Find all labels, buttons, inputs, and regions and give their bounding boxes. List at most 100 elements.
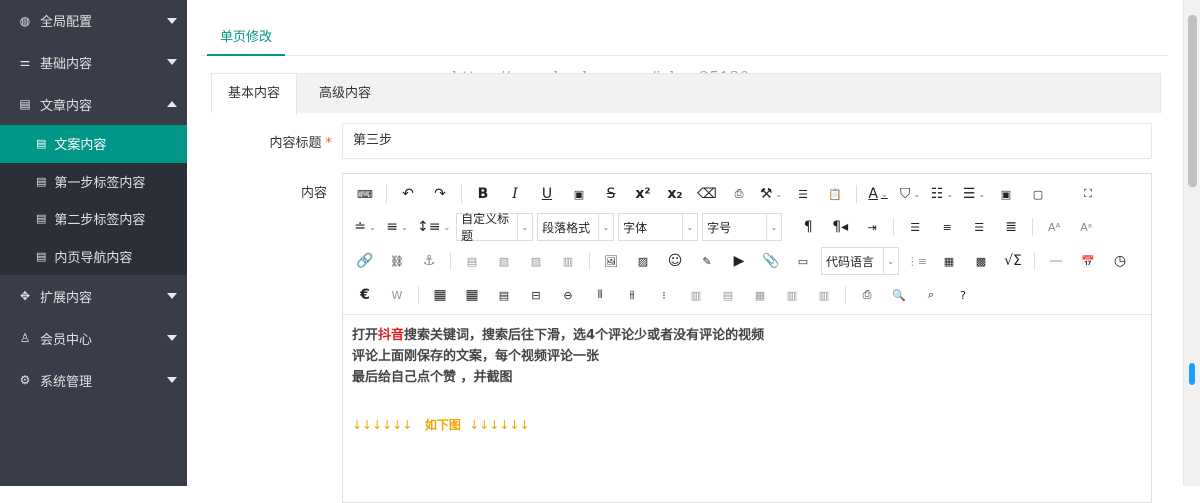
merge-right-icon[interactable]: ▥ — [684, 283, 708, 307]
uppercase-icon[interactable]: Aᴬ — [1042, 215, 1066, 239]
sidebar-subitem-copy[interactable]: ▤ 文案内容 — [0, 125, 187, 163]
sidebar-item-system-management[interactable]: ⚙ 系统管理 — [0, 359, 187, 401]
tab-advanced-content[interactable]: 高级内容 — [303, 74, 387, 114]
paragraph-format-select[interactable]: 段落格式 ⌄ — [537, 213, 615, 241]
insert-col-icon[interactable]: ⫴ — [588, 283, 612, 307]
eraser-icon[interactable]: ⌫ — [695, 182, 719, 206]
code-language-select[interactable]: 代码语言 ⌄ — [821, 247, 899, 275]
formula-icon[interactable]: √Σ — [1001, 249, 1025, 273]
sidebar-item-article-content[interactable]: ▤ 文章内容 — [0, 83, 187, 125]
unlink-icon[interactable]: ⛓ — [385, 249, 409, 273]
image-right-icon[interactable]: ▨ — [524, 249, 548, 273]
quote-icon[interactable]: ☰ — [791, 182, 815, 206]
tab-basic-content[interactable]: 基本内容 — [212, 74, 298, 115]
row-spacing-bottom-icon[interactable]: ≡ ⌄ — [385, 215, 409, 239]
emotion-icon[interactable]: ☺ — [663, 249, 687, 273]
source-code-icon[interactable]: ⌨ — [353, 182, 377, 206]
paste-text-icon[interactable]: 📋 — [823, 182, 847, 206]
fullscreen-icon[interactable]: ⛶ — [1076, 182, 1100, 206]
sidebar-subitem-step1[interactable]: ▤ 第一步标签内容 — [0, 163, 187, 201]
font-family-select[interactable]: 字体 ⌄ — [618, 213, 699, 241]
font-color-icon[interactable]: A ⌄ — [866, 182, 890, 206]
horizontal-rule-icon[interactable]: — — [1044, 249, 1068, 273]
strikethrough-icon[interactable]: S — [599, 182, 623, 206]
ordered-list-icon[interactable]: ☷ ⌄ — [930, 182, 954, 206]
arrows-label: 如下图 — [424, 418, 461, 432]
search-replace-icon[interactable]: ⌕ — [919, 283, 943, 307]
insert-table-icon[interactable]: ▦ — [428, 283, 452, 307]
row-spacing-top-icon[interactable]: ≐ ⌄ — [353, 215, 377, 239]
image-none-icon[interactable]: ▤ — [460, 249, 484, 273]
split-to-cells-icon[interactable]: ▦ — [748, 283, 772, 307]
scrollbar-thumb[interactable] — [1188, 15, 1197, 187]
insert-paragraph-before-table-icon[interactable]: ▤ — [492, 283, 516, 307]
delete-col-icon[interactable]: ⫵ — [620, 283, 644, 307]
select-all-icon[interactable]: ▣ — [994, 182, 1018, 206]
insert-image-icon[interactable]: ▨ — [631, 249, 655, 273]
italic-icon[interactable]: I — [503, 182, 527, 206]
background-color-icon[interactable]: ⛉ ⌄ — [898, 182, 922, 206]
page-scrollbar[interactable] — [1183, 0, 1200, 486]
scrawl-icon[interactable]: ✎ — [695, 249, 719, 273]
preview-icon[interactable]: 🔍 — [887, 283, 911, 307]
caret-up-icon — [167, 101, 177, 107]
title-input[interactable]: 第三步 — [342, 123, 1152, 159]
sidebar-subitem-nav[interactable]: ▤ 内页导航内容 — [0, 238, 187, 276]
sidebar-item-extended-content[interactable]: ✥ 扩展内容 — [0, 275, 187, 317]
align-right-icon[interactable]: ☰ — [967, 215, 991, 239]
image-left-icon[interactable]: ▧ — [492, 249, 516, 273]
delete-table-icon[interactable]: ▦ — [460, 283, 484, 307]
word-image-icon[interactable]: W — [385, 283, 409, 307]
tab-single-page-edit[interactable]: 单页修改 — [207, 22, 286, 56]
indent-icon[interactable]: ⇥ — [860, 215, 884, 239]
redo-icon[interactable]: ↷ — [428, 182, 452, 206]
background-icon[interactable]: ▩ — [969, 249, 993, 273]
split-to-cols-icon[interactable]: ▥ — [812, 283, 836, 307]
image-center-icon[interactable]: ▥ — [556, 249, 580, 273]
sidebar-item-basic-content[interactable]: ⚌ 基础内容 — [0, 41, 187, 83]
merge-cells-icon[interactable]: ⁝ — [652, 283, 676, 307]
magic-wand-icon[interactable]: ⚒ ⌄ — [759, 182, 783, 206]
template-icon[interactable]: ▦ — [937, 249, 961, 273]
sidebar-subitem-label: 内页导航内容 — [54, 250, 133, 266]
sidebar-subitem-step2[interactable]: ▤ 第二步标签内容 — [0, 200, 187, 238]
superscript-icon[interactable]: x² — [631, 182, 655, 206]
editor-content[interactable]: 打开抖音搜索关键词，搜索后往下滑，选4个评论少或者没有评论的视频 评论上面刚保存… — [352, 325, 1142, 436]
insert-row-icon[interactable]: ⊟ — [524, 283, 548, 307]
sidebar-item-global-config[interactable]: ◍ 全局配置 — [0, 0, 187, 41]
insert-video-icon[interactable]: ▶ — [727, 249, 751, 273]
subscript-icon[interactable]: x₂ — [663, 182, 687, 206]
merge-down-icon[interactable]: ▤ — [716, 283, 740, 307]
insert-frame-icon[interactable]: ▭ — [791, 249, 815, 273]
attachment-icon[interactable]: 📎 — [759, 249, 783, 273]
date-icon[interactable]: 📅 — [1076, 249, 1100, 273]
align-center-icon[interactable]: ≡ — [935, 215, 959, 239]
sidebar-item-member-center[interactable]: ♙ 会员中心 — [0, 317, 187, 359]
align-justify-icon[interactable]: ≣ — [999, 215, 1023, 239]
line-height-icon[interactable]: ↕≡ ⌄ — [417, 215, 450, 239]
print-icon[interactable]: ⎙ — [855, 283, 879, 307]
split-to-rows-icon[interactable]: ▥ — [780, 283, 804, 307]
align-left-icon[interactable]: ☰ — [903, 215, 927, 239]
ltr-direction-icon[interactable]: ¶ — [796, 215, 820, 239]
rtl-direction-icon[interactable]: ¶◂ — [828, 215, 852, 239]
font-size-select[interactable]: 字号 ⌄ — [702, 213, 783, 241]
underline-icon[interactable]: U — [535, 182, 559, 206]
clear-document-icon[interactable]: ▢ — [1026, 182, 1050, 206]
bold-icon[interactable]: B — [471, 182, 495, 206]
code-language-value: 代码语言 — [826, 254, 875, 269]
special-chars-icon[interactable]: € — [353, 283, 377, 307]
format-painter-icon[interactable]: ⎙ — [727, 182, 751, 206]
border-text-icon[interactable]: ▣ — [567, 182, 591, 206]
simple-upload-icon[interactable]: 🖼 — [599, 249, 623, 273]
undo-icon[interactable]: ↶ — [396, 182, 420, 206]
custom-heading-select[interactable]: 自定义标题 ⌄ — [456, 212, 534, 243]
lowercase-icon[interactable]: Aᵃ — [1074, 215, 1098, 239]
unordered-list-icon[interactable]: ☰ ⌄ — [962, 182, 986, 206]
page-break-icon[interactable]: ⋮≡ — [905, 249, 929, 273]
delete-row-icon[interactable]: ⊖ — [556, 283, 580, 307]
time-icon[interactable]: ◷ — [1108, 249, 1132, 273]
link-icon[interactable]: 🔗 — [353, 249, 377, 273]
anchor-icon[interactable]: ⚓ — [417, 249, 441, 273]
help-icon[interactable]: ? — [951, 283, 975, 307]
